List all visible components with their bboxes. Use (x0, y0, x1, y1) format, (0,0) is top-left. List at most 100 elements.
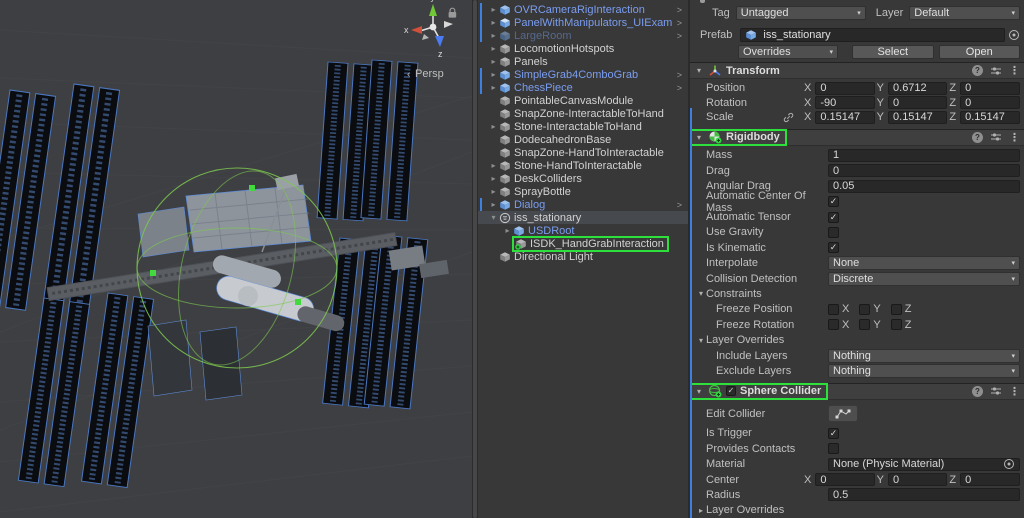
hierarchy-item-DodecahedronBase[interactable]: DodecahedronBase (478, 133, 688, 146)
orientation-gizmo[interactable]: y x z (404, 0, 453, 59)
edit-collider-button[interactable] (828, 405, 858, 422)
value-field[interactable]: 0.05 (828, 180, 1020, 193)
hierarchy-item-Panels[interactable]: ▸Panels (478, 55, 688, 68)
freeze-rotation-y-checkbox[interactable] (859, 319, 870, 330)
foldout-collapsed-icon[interactable]: ▸ (488, 70, 499, 79)
kebab-menu-icon[interactable]: ⋮ (1009, 131, 1020, 144)
hierarchy-item-Stone-HandToInteractable[interactable]: ▸Stone-HandToInteractable (478, 159, 688, 172)
scrollbar-thumb[interactable] (473, 0, 477, 518)
foldout-layer-overrides[interactable]: ▾Layer Overrides (690, 332, 1024, 347)
z-field[interactable]: 0.15147 (960, 111, 1020, 124)
freeze-position-y-checkbox[interactable] (859, 304, 870, 315)
kebab-menu-icon[interactable]: ⋮ (1009, 64, 1020, 77)
foldout-expanded-icon[interactable]: ▾ (694, 133, 704, 142)
foldout-expanded-icon[interactable]: ▾ (488, 213, 499, 222)
hierarchy-item-Directional Light[interactable]: Directional Light (478, 250, 688, 263)
foldout-collapsed-icon[interactable]: ▸ (488, 174, 499, 183)
hierarchy-item-ChessPiece[interactable]: ▸ChessPiece> (478, 81, 688, 94)
automatic-tensor-checkbox[interactable]: ✓ (828, 212, 839, 223)
persp-label[interactable]: Persp (415, 68, 444, 80)
y-field[interactable]: 0 (888, 473, 947, 486)
foldout-collapsed-icon[interactable]: ▸ (488, 44, 499, 53)
is-trigger-checkbox[interactable]: ✓ (828, 428, 839, 439)
object-picker-icon[interactable] (1008, 29, 1020, 41)
y-field[interactable]: 0.6712 (888, 82, 947, 95)
component-header-rigidbody[interactable]: ▾Rigidbody?⋮ (690, 129, 1024, 146)
freeze-rotation-z-checkbox[interactable] (891, 319, 902, 330)
interpolate-dropdown[interactable]: None▾ (828, 256, 1020, 270)
is-kinematic-checkbox[interactable]: ✓ (828, 242, 839, 253)
hierarchy-item-SnapZone-InteractableToHand[interactable]: SnapZone-InteractableToHand (478, 107, 688, 120)
chevron-right-icon[interactable]: > (677, 31, 682, 41)
hierarchy-item-DeskColliders[interactable]: ▸DeskColliders (478, 172, 688, 185)
value-field[interactable]: 0 (828, 164, 1020, 177)
collision-detection-dropdown[interactable]: Discrete▾ (828, 272, 1020, 286)
chevron-right-icon[interactable]: > (677, 83, 682, 93)
foldout-collapsed-icon[interactable]: ▸ (488, 187, 499, 196)
provides-contacts-checkbox[interactable] (828, 443, 839, 454)
hierarchy-item-Dialog[interactable]: ▸Dialog> (478, 198, 688, 211)
hierarchy-item-ISDK_HandGrabInteraction[interactable]: ISDK_HandGrabInteraction (478, 237, 688, 250)
chevron-right-icon[interactable]: > (677, 200, 682, 210)
object-picker-icon[interactable] (1003, 458, 1015, 470)
y-field[interactable]: 0.15147 (888, 111, 947, 124)
foldout-collapsed-icon[interactable]: ▸ (488, 5, 499, 14)
hierarchy-item-LargeRoom[interactable]: ▸LargeRoom> (478, 29, 688, 42)
help-icon[interactable]: ? (972, 65, 983, 76)
z-field[interactable]: 0 (960, 82, 1020, 95)
x-field[interactable]: 0.15147 (815, 111, 874, 124)
hierarchy-item-OVRCameraRigInteraction[interactable]: ▸OVRCameraRigInteraction> (478, 3, 688, 16)
x-field[interactable]: 0 (815, 473, 874, 486)
freeze-rotation-x-checkbox[interactable] (828, 319, 839, 330)
foldout-collapsed-icon[interactable]: ▸ (488, 18, 499, 27)
foldout-collapsed-icon[interactable]: ▸ (488, 122, 499, 131)
scene-view[interactable]: y x z ‹ Persp (0, 0, 472, 518)
component-header-sphere-collider[interactable]: ▾✓Sphere Collider?⋮ (690, 383, 1024, 400)
x-field[interactable]: 0 (815, 82, 874, 95)
overrides-dropdown[interactable]: Overrides ▾ (738, 45, 838, 59)
hierarchy-item-LocomotionHotspots[interactable]: ▸LocomotionHotspots (478, 42, 688, 55)
foldout-collapsed-icon[interactable]: ▸ (488, 83, 499, 92)
freeze-position-z-checkbox[interactable] (891, 304, 902, 315)
kebab-menu-icon[interactable]: ⋮ (1009, 385, 1020, 398)
foldout-collapsed-icon[interactable]: ▸ (488, 57, 499, 66)
y-field[interactable]: 0 (888, 96, 947, 109)
hierarchy-item-SimpleGrab4ComboGrab[interactable]: ▸SimpleGrab4ComboGrab> (478, 68, 688, 81)
include-layers-dropdown[interactable]: Nothing▾ (828, 349, 1020, 363)
foldout-collapsed-icon[interactable]: ▸ (488, 161, 499, 170)
component-header-transform[interactable]: ▾Transform?⋮ (690, 62, 1024, 79)
x-field[interactable]: -90 (815, 96, 874, 109)
chevron-right-icon[interactable]: > (677, 18, 682, 28)
use-gravity-checkbox[interactable] (828, 227, 839, 238)
freeze-position-x-checkbox[interactable] (828, 304, 839, 315)
hierarchy-item-iss_stationary[interactable]: ▾iss_stationary (478, 211, 688, 224)
hierarchy-item-SnapZone-HandToInteractable[interactable]: SnapZone-HandToInteractable (478, 146, 688, 159)
foldout-expanded-icon[interactable]: ▾ (694, 66, 704, 75)
z-field[interactable]: 0 (960, 473, 1020, 486)
foldout-constraints[interactable]: ▾Constraints (690, 286, 1024, 301)
object-reference-field[interactable]: None (Physic Material) (828, 458, 1020, 471)
automatic-center-of-mass-checkbox[interactable]: ✓ (828, 196, 839, 207)
open-button[interactable]: Open (939, 45, 1021, 59)
layer-dropdown[interactable]: Default ▾ (909, 6, 1020, 20)
component-enabled-checkbox[interactable]: ✓ (726, 386, 736, 396)
hierarchy-item-SprayBottle[interactable]: ▸SprayBottle (478, 185, 688, 198)
exclude-layers-dropdown[interactable]: Nothing▾ (828, 364, 1020, 378)
chevron-right-icon[interactable]: > (677, 5, 682, 15)
tag-dropdown[interactable]: Untagged ▾ (736, 6, 866, 20)
help-icon[interactable]: ? (972, 132, 983, 143)
foldout-collapsed-icon[interactable]: ▸ (488, 31, 499, 40)
hierarchy-item-PointableCanvasModule[interactable]: PointableCanvasModule (478, 94, 688, 107)
z-field[interactable]: 0 (960, 96, 1020, 109)
foldout-layer-overrides[interactable]: ▸Layer Overrides (690, 503, 1024, 518)
foldout-collapsed-icon[interactable]: ▸ (502, 226, 513, 235)
chevron-right-icon[interactable]: > (677, 70, 682, 80)
help-icon[interactable]: ? (972, 386, 983, 397)
hierarchy-item-Stone-InteractableToHand[interactable]: ▸Stone-InteractableToHand (478, 120, 688, 133)
select-button[interactable]: Select (852, 45, 934, 59)
value-field[interactable]: 0.5 (828, 488, 1020, 501)
foldout-expanded-icon[interactable]: ▾ (694, 387, 704, 396)
foldout-collapsed-icon[interactable]: ▸ (488, 200, 499, 209)
prefab-field[interactable]: iss_stationary (740, 28, 1005, 42)
value-field[interactable]: 1 (828, 149, 1020, 162)
